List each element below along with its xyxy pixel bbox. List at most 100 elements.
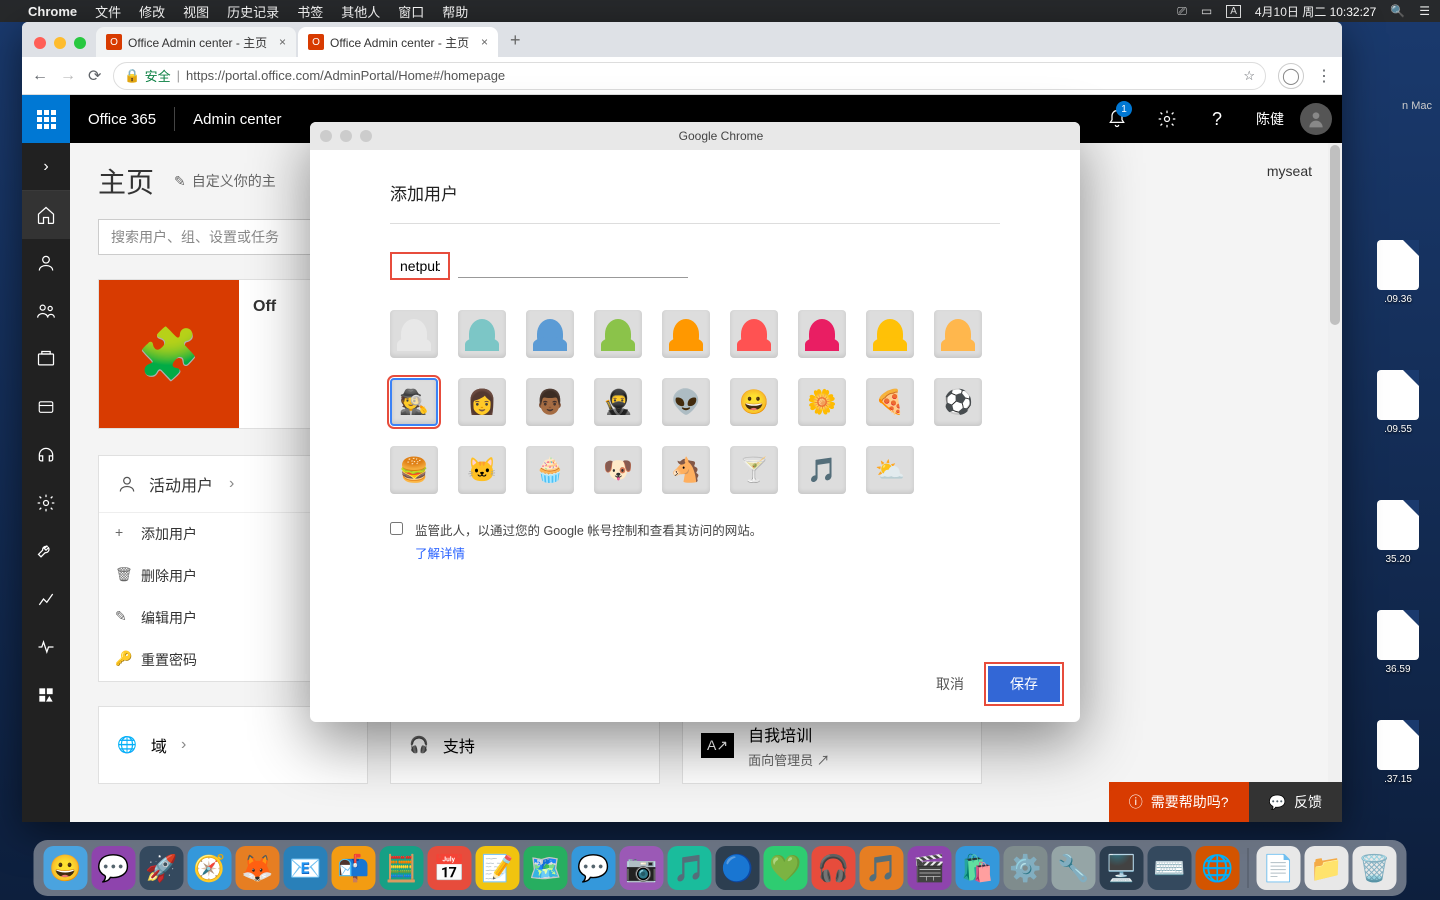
sidebar-admin-centers-icon[interactable] [22, 671, 70, 719]
dock-app-icon[interactable]: 🎵 [668, 846, 712, 890]
avatar-option[interactable]: 🕵️ [390, 378, 438, 426]
desktop-file[interactable]: 35.20 [1362, 500, 1434, 565]
desktop-file[interactable]: 36.59 [1362, 610, 1434, 675]
app-launcher-icon[interactable] [22, 95, 70, 143]
avatar-option[interactable] [730, 310, 778, 358]
chrome-profile-icon[interactable]: ◯ [1278, 63, 1304, 89]
spotlight-icon[interactable]: 🔍 [1390, 4, 1405, 18]
dock-app-icon[interactable]: 🔧 [1052, 846, 1096, 890]
avatar-option[interactable]: ⚽ [934, 378, 982, 426]
dock-app-icon[interactable]: 🌐 [1196, 846, 1240, 890]
dock-app-icon[interactable]: 🧭 [188, 846, 232, 890]
cancel-button[interactable]: 取消 [926, 666, 974, 702]
notifications-icon[interactable]: 1 [1094, 95, 1140, 143]
sidebar-groups-icon[interactable] [22, 287, 70, 335]
sidebar-settings-icon[interactable] [22, 479, 70, 527]
modal-min-icon[interactable] [340, 130, 352, 142]
airplay-icon[interactable]: ⎚ [1177, 4, 1187, 19]
dock-app-icon[interactable]: 🛍️ [956, 846, 1000, 890]
dock-app-icon[interactable]: 📷 [620, 846, 664, 890]
nav-reload-icon[interactable]: ⟳ [88, 66, 101, 86]
avatar-option[interactable]: ⛅ [866, 446, 914, 494]
dock-app-icon[interactable]: 🎬 [908, 846, 952, 890]
sidebar-reports-icon[interactable] [22, 575, 70, 623]
avatar-option[interactable] [594, 310, 642, 358]
tab-close-icon[interactable]: × [481, 35, 488, 49]
avatar-option[interactable] [390, 310, 438, 358]
desktop-file[interactable]: .37.15 [1362, 720, 1434, 785]
sidebar-users-icon[interactable] [22, 239, 70, 287]
app-menu[interactable]: Chrome [28, 4, 77, 19]
dock-right-icon[interactable]: 🗑️ [1353, 846, 1397, 890]
dock-app-icon[interactable]: 🖥️ [1100, 846, 1144, 890]
dock-app-icon[interactable]: 💚 [764, 846, 808, 890]
menu-view[interactable]: 视图 [183, 2, 209, 21]
sidebar-setup-icon[interactable] [22, 527, 70, 575]
secure-lock-icon[interactable]: 🔒 安全 [124, 66, 170, 85]
window-close-icon[interactable] [34, 37, 46, 49]
desktop-file[interactable]: .09.55 [1362, 370, 1434, 435]
browser-tab[interactable]: O Office Admin center - 主页 × [96, 27, 296, 57]
avatar-option[interactable] [458, 310, 506, 358]
dock-app-icon[interactable]: 🧮 [380, 846, 424, 890]
settings-icon[interactable] [1144, 95, 1190, 143]
avatar-option[interactable]: 🐴 [662, 446, 710, 494]
avatar-option[interactable]: 🍔 [390, 446, 438, 494]
dock-app-icon[interactable]: 🔵 [716, 846, 760, 890]
avatar-option[interactable] [866, 310, 914, 358]
dock-app-icon[interactable]: 🚀 [140, 846, 184, 890]
sidebar-support-icon[interactable] [22, 431, 70, 479]
sidebar-health-icon[interactable] [22, 623, 70, 671]
dock-app-icon[interactable]: 🎵 [860, 846, 904, 890]
bookmark-star-icon[interactable]: ☆ [1243, 68, 1255, 84]
desktop-file[interactable]: .09.36 [1362, 240, 1434, 305]
profile-name-input[interactable] [390, 252, 450, 280]
menu-list-icon[interactable]: ☰ [1419, 4, 1430, 18]
dock-app-icon[interactable]: 🦊 [236, 846, 280, 890]
new-tab-button[interactable]: + [500, 30, 531, 57]
supervise-checkbox[interactable] [390, 522, 403, 535]
avatar-option[interactable]: 🌼 [798, 378, 846, 426]
dock-app-icon[interactable]: ⚙️ [1004, 846, 1048, 890]
avatar-option[interactable]: 🎵 [798, 446, 846, 494]
sidebar-billing-icon[interactable] [22, 335, 70, 383]
dock-app-icon[interactable]: ⌨️ [1148, 846, 1192, 890]
help-icon[interactable]: ? [1194, 95, 1240, 143]
ime-icon[interactable]: A [1226, 5, 1241, 18]
chrome-menu-icon[interactable]: ⋮ [1316, 66, 1332, 86]
dock-app-icon[interactable]: 💬 [572, 846, 616, 890]
browser-tab-active[interactable]: O Office Admin center - 主页 × [298, 27, 498, 57]
dock-app-icon[interactable]: 💬 [92, 846, 136, 890]
menu-bookmarks[interactable]: 书签 [297, 2, 323, 21]
avatar-option[interactable]: 👩 [458, 378, 506, 426]
sidebar-card-icon[interactable] [22, 383, 70, 431]
avatar-option[interactable] [662, 310, 710, 358]
o365-brand[interactable]: Office 365 [70, 111, 174, 128]
menu-history[interactable]: 历史记录 [227, 2, 279, 21]
avatar-option[interactable]: 🧁 [526, 446, 574, 494]
dock-app-icon[interactable]: 📬 [332, 846, 376, 890]
header-avatar-icon[interactable] [1300, 103, 1332, 135]
avatar-option[interactable]: 🐱 [458, 446, 506, 494]
nav-back-icon[interactable]: ← [32, 67, 48, 85]
avatar-option[interactable]: 👽 [662, 378, 710, 426]
dock-app-icon[interactable]: 🎧 [812, 846, 856, 890]
avatar-option[interactable]: 🥷 [594, 378, 642, 426]
display-icon[interactable]: ▭ [1201, 4, 1212, 18]
dock-app-icon[interactable]: 📝 [476, 846, 520, 890]
avatar-option[interactable] [798, 310, 846, 358]
avatar-option[interactable]: 👨🏾 [526, 378, 574, 426]
avatar-option[interactable] [934, 310, 982, 358]
menu-help[interactable]: 帮助 [442, 2, 468, 21]
dock-app-icon[interactable]: 📅 [428, 846, 472, 890]
feedback-button[interactable]: 💬 反馈 [1249, 782, 1342, 822]
address-bar[interactable]: 🔒 安全 | https://portal.office.com/AdminPo… [113, 62, 1266, 90]
dock-app-icon[interactable]: 📧 [284, 846, 328, 890]
learn-more-link[interactable]: 了解详情 [415, 543, 762, 562]
tab-close-icon[interactable]: × [279, 35, 286, 49]
dock-app-icon[interactable]: 😀 [44, 846, 88, 890]
need-help-button[interactable]: ⓘ 需要帮助吗? [1109, 782, 1249, 822]
avatar-option[interactable] [526, 310, 574, 358]
customize-link[interactable]: ✎ 自定义你的主 [174, 171, 276, 191]
modal-close-icon[interactable] [320, 130, 332, 142]
